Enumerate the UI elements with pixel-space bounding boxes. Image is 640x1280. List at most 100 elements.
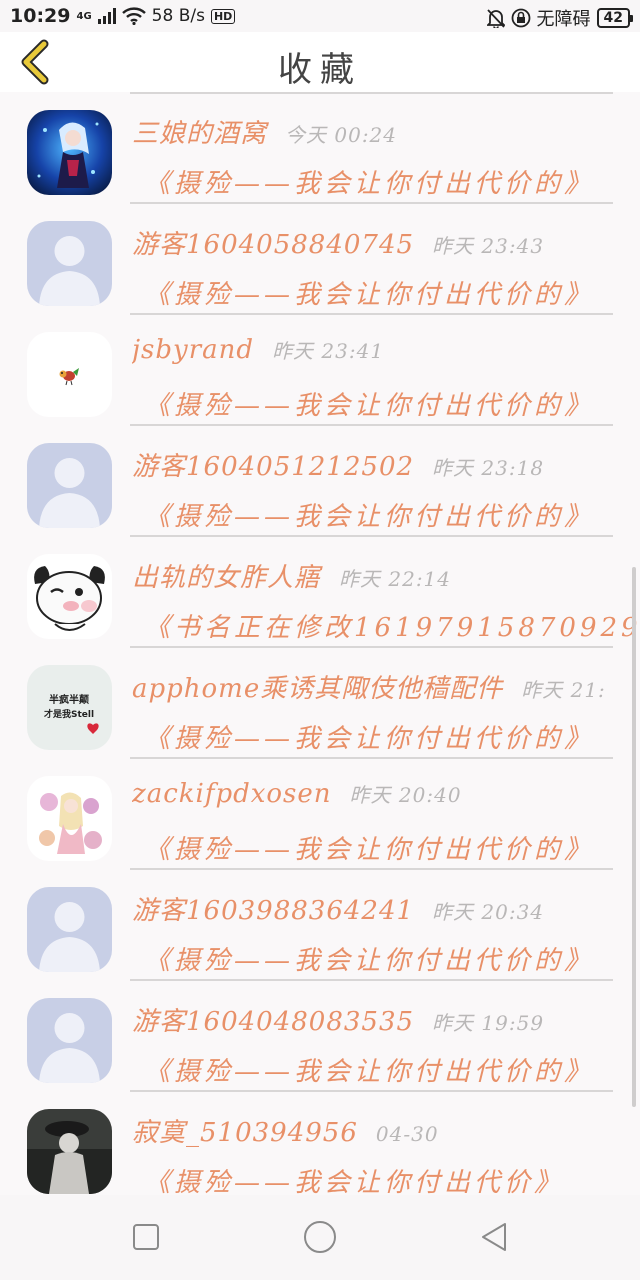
user-name: 游客1604051212502 (132, 452, 415, 482)
list-item[interactable]: 游客1604058840745 昨天 23:43 《摄殓——我会让你付出代价的》 (0, 204, 640, 315)
status-bar: 10:29 4G 58 B/s HD 无障碍 42 (0, 0, 640, 32)
book-title: 《书名正在修改16197915870929…》 (144, 613, 640, 643)
avatar[interactable] (27, 776, 112, 861)
list-item[interactable]: jsbyrand 昨天 23:41 《摄殓——我会让你付出代价的》 (0, 315, 640, 426)
list-item[interactable]: 出轨的女胙人寤 昨天 22:14 《书名正在修改16197915870929…》 (0, 537, 640, 648)
user-name: 出轨的女胙人寤 (132, 563, 322, 593)
default-avatar-icon (27, 998, 112, 1083)
timestamp: 昨天 20:40 (349, 783, 462, 807)
row-text: apphome乘诱其陬伎他穑配件 昨天 21: 《摄殓——我会让你付出代价的》 (132, 668, 640, 755)
row-text: 游客1604058840745 昨天 23:43 《摄殓——我会让你付出代价的》 (132, 224, 640, 311)
battery-icon: 42 (596, 8, 634, 28)
default-avatar-icon (27, 887, 112, 972)
clock: 10:29 (10, 5, 71, 27)
user-name: 寂寞_510394956 (132, 1118, 358, 1148)
header: 收藏 (0, 32, 640, 94)
page-title: 收藏 (278, 50, 362, 90)
timestamp: 昨天 19:59 (432, 1011, 545, 1035)
book-title: 《摄殓——我会让你付出代价的》 (144, 502, 595, 532)
row-text: zackifpdxosen 昨天 20:40 《摄殓——我会让你付出代价的》 (132, 779, 640, 866)
list-item[interactable]: zackifpdxosen 昨天 20:40 《摄殓——我会让你付出代价的》 (0, 759, 640, 870)
row-header: zackifpdxosen 昨天 20:40 (132, 779, 640, 815)
list-item[interactable]: 寂寞_510394956 04-30 《摄殓——我会让你付出代价》 (0, 1092, 640, 1195)
timestamp: 昨天 20:34 (432, 900, 545, 924)
book-title: 《摄殓——我会让你付出代价的》 (144, 835, 595, 865)
recent-apps-button[interactable] (126, 1217, 166, 1257)
avatar[interactable] (27, 110, 112, 195)
row-text: 寂寞_510394956 04-30 《摄殓——我会让你付出代价》 (132, 1112, 640, 1195)
wifi-icon (121, 7, 146, 25)
network-type: 4G (76, 10, 92, 22)
hd-badge: HD (210, 8, 236, 24)
user-name: apphome乘诱其陬伎他穑配件 (132, 674, 504, 704)
row-text: 游客1604051212502 昨天 23:18 《摄殓——我会让你付出代价的》 (132, 446, 640, 533)
status-left: 10:29 4G 58 B/s HD (10, 5, 236, 27)
avatar[interactable]: 半疯半颠 才是我Stell (27, 665, 112, 750)
book-title: 《摄殓——我会让你付出代价的》 (144, 280, 595, 310)
bell-off-icon (486, 9, 505, 28)
row-header: 游客1603988364241 昨天 20:34 (132, 890, 640, 926)
user-name: 三娘的酒窝 (132, 119, 268, 149)
avatar[interactable] (27, 1109, 112, 1194)
list-item[interactable]: 游客1604048083535 昨天 19:59 《摄殓——我会让你付出代价的》 (0, 981, 640, 1092)
avatar[interactable] (27, 332, 112, 417)
row-header: 寂寞_510394956 04-30 (132, 1112, 640, 1148)
row-header: 游客1604051212502 昨天 23:18 (132, 446, 640, 482)
book-title: 《摄殓——我会让你付出代价的》 (144, 1057, 595, 1087)
avatar-caption-2: 才是我Stell (44, 708, 94, 720)
user-name: 游客1603988364241 (132, 896, 415, 926)
book-title: 《摄殓——我会让你付出代价的》 (144, 724, 595, 754)
lock-rotation-icon (511, 8, 530, 28)
avatar[interactable] (27, 887, 112, 972)
user-name: jsbyrand (132, 335, 255, 365)
avatar[interactable] (27, 443, 112, 528)
cartoon-dog-avatar-image (27, 554, 112, 639)
flower-girl-avatar-image (27, 776, 112, 861)
row-text: 游客1603988364241 昨天 20:34 《摄殓——我会让你付出代价的》 (132, 890, 640, 977)
timestamp: 04-30 (375, 1122, 439, 1146)
timestamp: 昨天 21: (521, 678, 606, 702)
row-header: apphome乘诱其陬伎他穑配件 昨天 21: (132, 668, 640, 704)
user-name: 游客1604048083535 (132, 1007, 415, 1037)
nav-bar (0, 1195, 640, 1280)
favorites-list[interactable]: 三娘的酒窝 今天 00:24 《摄殓——我会让你付出代价的》 游客1604058… (0, 93, 640, 1195)
status-right: 无障碍 42 (486, 5, 634, 31)
avatar[interactable] (27, 554, 112, 639)
triangle-back-icon (482, 1223, 506, 1251)
book-title: 《摄殓——我会让你付出代价的》 (144, 169, 595, 199)
row-header: jsbyrand 昨天 23:41 (132, 335, 640, 371)
anime-girl-avatar-image (27, 110, 112, 195)
home-button[interactable] (300, 1217, 340, 1257)
row-text: jsbyrand 昨天 23:41 《摄殓——我会让你付出代价的》 (132, 335, 640, 422)
list-item[interactable]: 游客1603988364241 昨天 20:34 《摄殓——我会让你付出代价的》 (0, 870, 640, 981)
avatar[interactable] (27, 221, 112, 306)
timestamp: 昨天 23:18 (432, 456, 545, 480)
dark-photo-avatar-image (27, 1109, 112, 1194)
circle-icon (304, 1221, 336, 1253)
book-title: 《摄殓——我会让你付出代价的》 (144, 946, 595, 976)
book-title: 《摄殓——我会让你付出代价》 (144, 1168, 565, 1195)
nav-back-button[interactable] (474, 1217, 514, 1257)
row-header: 三娘的酒窝 今天 00:24 (132, 113, 640, 149)
avatar-caption-1: 半疯半颠 (49, 693, 89, 706)
avatar[interactable] (27, 998, 112, 1083)
default-avatar-icon (27, 443, 112, 528)
text-heart-avatar-image: 半疯半颠 才是我Stell (27, 665, 112, 750)
row-text: 三娘的酒窝 今天 00:24 《摄殓——我会让你付出代价的》 (132, 113, 640, 200)
signal-icon (97, 8, 116, 24)
scrollbar[interactable] (632, 567, 636, 1107)
row-header: 出轨的女胙人寤 昨天 22:14 (132, 557, 640, 593)
row-text: 游客1604048083535 昨天 19:59 《摄殓——我会让你付出代价的》 (132, 1001, 640, 1088)
accessibility-label: 无障碍 (536, 9, 591, 30)
square-icon (133, 1224, 159, 1250)
list-item[interactable]: 三娘的酒窝 今天 00:24 《摄殓——我会让你付出代价的》 (0, 93, 640, 204)
row-header: 游客1604048083535 昨天 19:59 (132, 1001, 640, 1037)
network-speed: 58 B/s (151, 6, 205, 26)
list-item[interactable]: 游客1604051212502 昨天 23:18 《摄殓——我会让你付出代价的》 (0, 426, 640, 537)
timestamp: 昨天 23:43 (432, 234, 545, 258)
user-name: 游客1604058840745 (132, 230, 415, 260)
list-item[interactable]: 半疯半颠 才是我Stell apphome乘诱其陬伎他穑配件 昨天 21: 《摄… (0, 648, 640, 759)
user-name: zackifpdxosen (132, 779, 332, 809)
timestamp: 昨天 22:14 (339, 567, 452, 591)
timestamp: 今天 00:24 (285, 123, 398, 147)
